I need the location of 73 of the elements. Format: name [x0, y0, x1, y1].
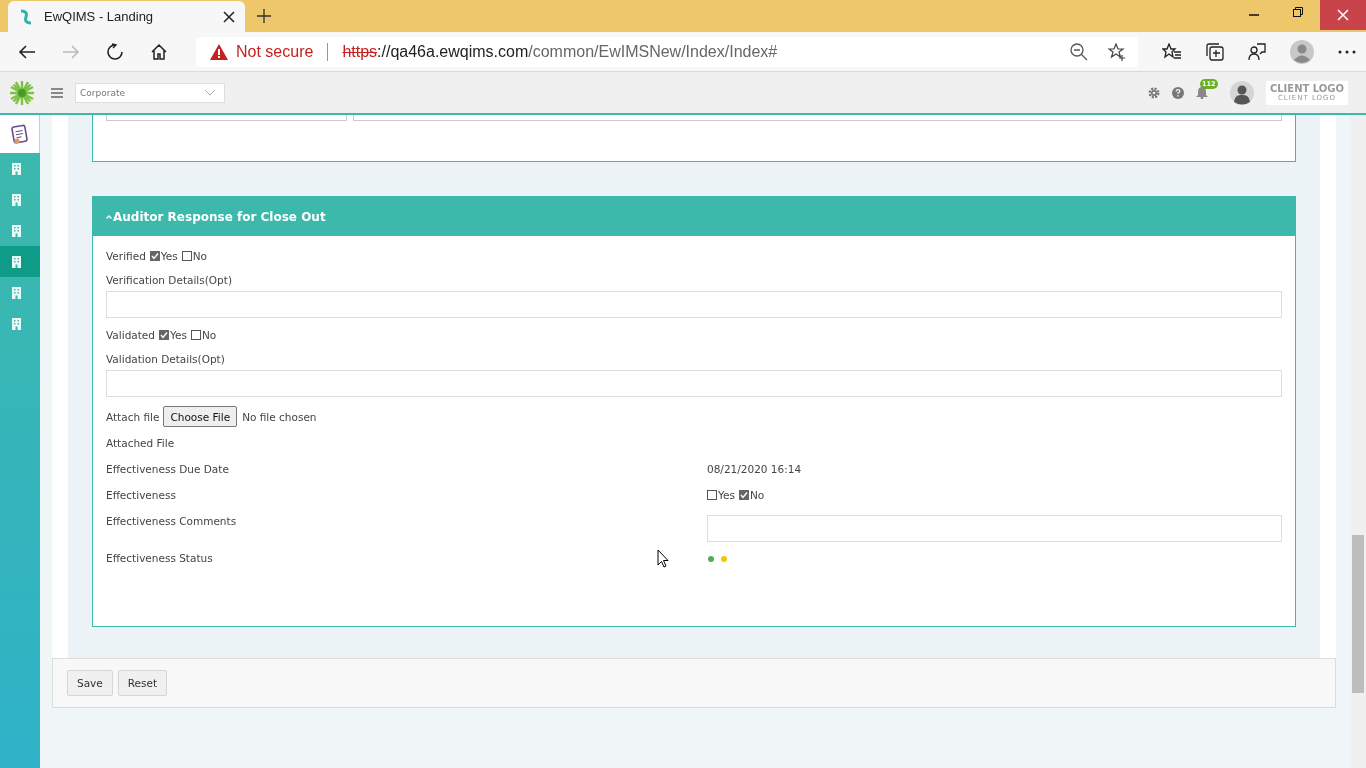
option-label: No [192, 250, 208, 262]
add-favorite-icon[interactable] [1108, 42, 1126, 61]
field-label: Effectiveness Due Date [106, 463, 229, 475]
field-label: Validation Details(Opt) [106, 353, 226, 365]
company-logo-icon [9, 79, 35, 106]
sidebar-home-button[interactable] [0, 115, 40, 153]
field-value: 08/21/2020 16:14 [707, 463, 802, 475]
close-icon [1337, 9, 1349, 21]
menu-icon[interactable] [51, 87, 63, 98]
help-icon[interactable] [1172, 86, 1184, 99]
field-label: Attached File [106, 437, 175, 449]
text-field[interactable] [707, 515, 1282, 542]
checkbox[interactable] [190, 330, 201, 340]
building-icon [12, 193, 21, 206]
checkbox[interactable] [159, 330, 169, 340]
building-icon [12, 317, 21, 330]
checkbox[interactable] [738, 490, 749, 500]
settings-icon[interactable] [1148, 86, 1160, 99]
tab-title: EwQIMS - Landing [44, 9, 155, 24]
notification-bell-icon[interactable] [1196, 86, 1208, 99]
building-icon [12, 255, 21, 268]
collapse-caret-icon [106, 214, 112, 219]
text-field[interactable] [106, 291, 1282, 318]
close-icon[interactable] [223, 10, 235, 23]
checkbox[interactable] [181, 251, 192, 261]
warning-icon [210, 43, 228, 60]
option-label: No [201, 329, 217, 341]
organization-dropdown[interactable]: Corporate [75, 82, 225, 103]
field-label: Attach file [106, 410, 160, 423]
zoom-out-icon[interactable] [1070, 42, 1088, 61]
checkbox[interactable] [149, 251, 160, 261]
feedback-icon[interactable] [1248, 42, 1266, 61]
choose-file-button[interactable]: Choose File [163, 406, 238, 427]
collections-icon[interactable] [1206, 42, 1224, 61]
option-label: Yes [160, 250, 178, 262]
scrollbar-thumb[interactable] [1352, 535, 1364, 693]
building-icon [12, 162, 21, 175]
building-icon [12, 224, 21, 237]
app-logo-icon [18, 8, 34, 25]
file-status: No file chosen [242, 410, 317, 423]
field-label: Effectiveness [106, 489, 176, 501]
field-label: Effectiveness Comments [106, 515, 237, 527]
more-icon[interactable] [1338, 49, 1356, 54]
option-label: Yes [718, 489, 735, 501]
new-tab-icon[interactable] [257, 9, 271, 23]
field-label: Verified [106, 250, 146, 262]
field-label: Effectiveness Status [106, 552, 213, 564]
input-field[interactable] [106, 115, 347, 121]
home-icon[interactable] [150, 42, 168, 61]
text-field[interactable] [106, 370, 1282, 397]
back-icon[interactable] [18, 43, 36, 60]
building-icon [12, 286, 21, 299]
option-label: No [749, 489, 765, 501]
profile-avatar-icon[interactable] [1290, 39, 1314, 64]
form-button[interactable]: Save [67, 670, 113, 696]
favorites-icon[interactable] [1162, 42, 1182, 61]
checkbox[interactable] [707, 490, 717, 500]
chevron-down-icon [204, 89, 216, 96]
field-label: Verification Details(Opt) [106, 274, 233, 286]
user-avatar-icon[interactable] [1230, 80, 1254, 105]
address-bar[interactable]: Not secure https://qa46a.ewqims.com/common/EwIMSNew/Index/Index# [196, 36, 1138, 67]
input-field[interactable] [353, 115, 1282, 121]
form-button[interactable]: Reset [117, 670, 168, 696]
field-label: Validated [106, 329, 155, 341]
option-label: Yes [170, 329, 187, 341]
not-secure-label: Not secure [236, 42, 314, 61]
restore-icon[interactable] [1293, 7, 1303, 17]
browser-tab[interactable]: EwQIMS - Landing [8, 1, 245, 32]
refresh-icon[interactable] [106, 42, 124, 61]
sidebar-item[interactable] [0, 246, 40, 277]
mouse-pointer-icon [657, 549, 669, 568]
url-text: https://qa46a.ewqims.com/common/EwIMSNew/Index/Index# [342, 42, 778, 61]
clipboard-icon [10, 124, 29, 144]
